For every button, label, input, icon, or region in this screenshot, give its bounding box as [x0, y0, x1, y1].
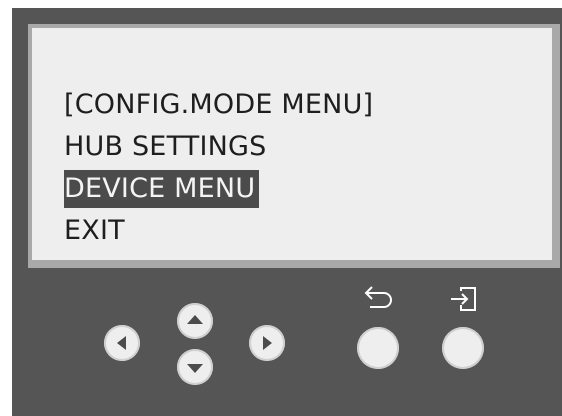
arrow-right-icon [263, 336, 272, 350]
arrow-up-icon [187, 315, 203, 324]
return-arrow-icon [364, 286, 392, 308]
lcd-screen: [CONFIG.MODE MENU] HUB SETTINGS DEVICE M… [32, 28, 552, 260]
arrow-left-icon [117, 336, 126, 350]
enter-icon [451, 287, 476, 311]
lcd-frame: [CONFIG.MODE MENU] HUB SETTINGS DEVICE M… [28, 24, 560, 268]
back-button[interactable] [357, 327, 399, 369]
up-button[interactable] [177, 303, 213, 339]
menu-item-exit[interactable]: EXIT [64, 212, 125, 250]
menu-item-hub-settings[interactable]: HUB SETTINGS [64, 128, 267, 166]
enter-button[interactable] [442, 327, 484, 369]
left-button[interactable] [104, 325, 140, 361]
menu-item-device-menu[interactable]: DEVICE MENU [64, 170, 260, 208]
menu-title: [CONFIG.MODE MENU] [64, 89, 374, 120]
right-button[interactable] [249, 325, 285, 361]
arrow-down-icon [187, 364, 203, 373]
down-button[interactable] [177, 349, 213, 385]
